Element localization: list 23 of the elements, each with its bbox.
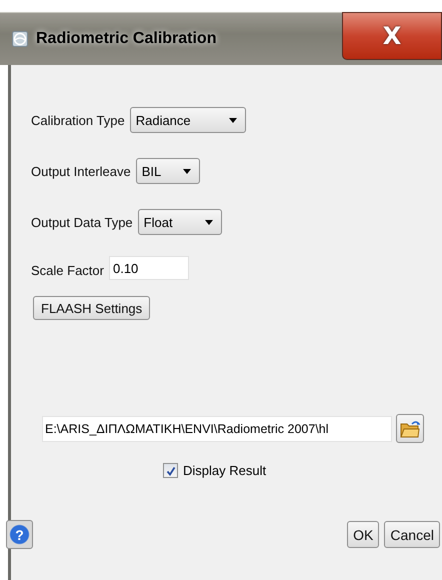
caret-icon xyxy=(182,168,191,174)
checkbox-label: Display Result xyxy=(183,463,266,478)
caret-icon xyxy=(228,118,237,122)
close-button[interactable]: X xyxy=(342,12,442,60)
window-title: Radiometric Calibration xyxy=(36,30,218,48)
dropdown[interactable]: BIL xyxy=(136,158,200,184)
checkbox[interactable] xyxy=(163,463,178,478)
field-label: Scale Factor xyxy=(31,262,104,278)
dialog-button[interactable]: Cancel xyxy=(384,521,440,548)
browse-button[interactable] xyxy=(396,414,424,443)
output-path-field[interactable]: E:\ARIS_ΔΙΠΛΩΜΑΤΙΚΗ\ENVI\Radiometric 2007\hl xyxy=(42,416,392,442)
field-label: Output Interleave xyxy=(31,164,131,178)
field-label: Output Data Type xyxy=(31,214,133,230)
globe-icon xyxy=(12,31,28,47)
dropdown[interactable]: Float xyxy=(138,209,222,235)
folder-icon xyxy=(400,420,420,438)
flaash-settings-button[interactable]: FLAASH Settings xyxy=(33,296,150,320)
dropdown[interactable]: Radiance xyxy=(130,107,246,133)
help-button[interactable]: ? xyxy=(6,520,33,549)
caret-icon xyxy=(204,220,213,224)
dialog-button[interactable]: OK xyxy=(347,521,380,548)
input-field[interactable]: 0.10 xyxy=(108,256,189,280)
field-label: Calibration Type xyxy=(31,112,125,128)
